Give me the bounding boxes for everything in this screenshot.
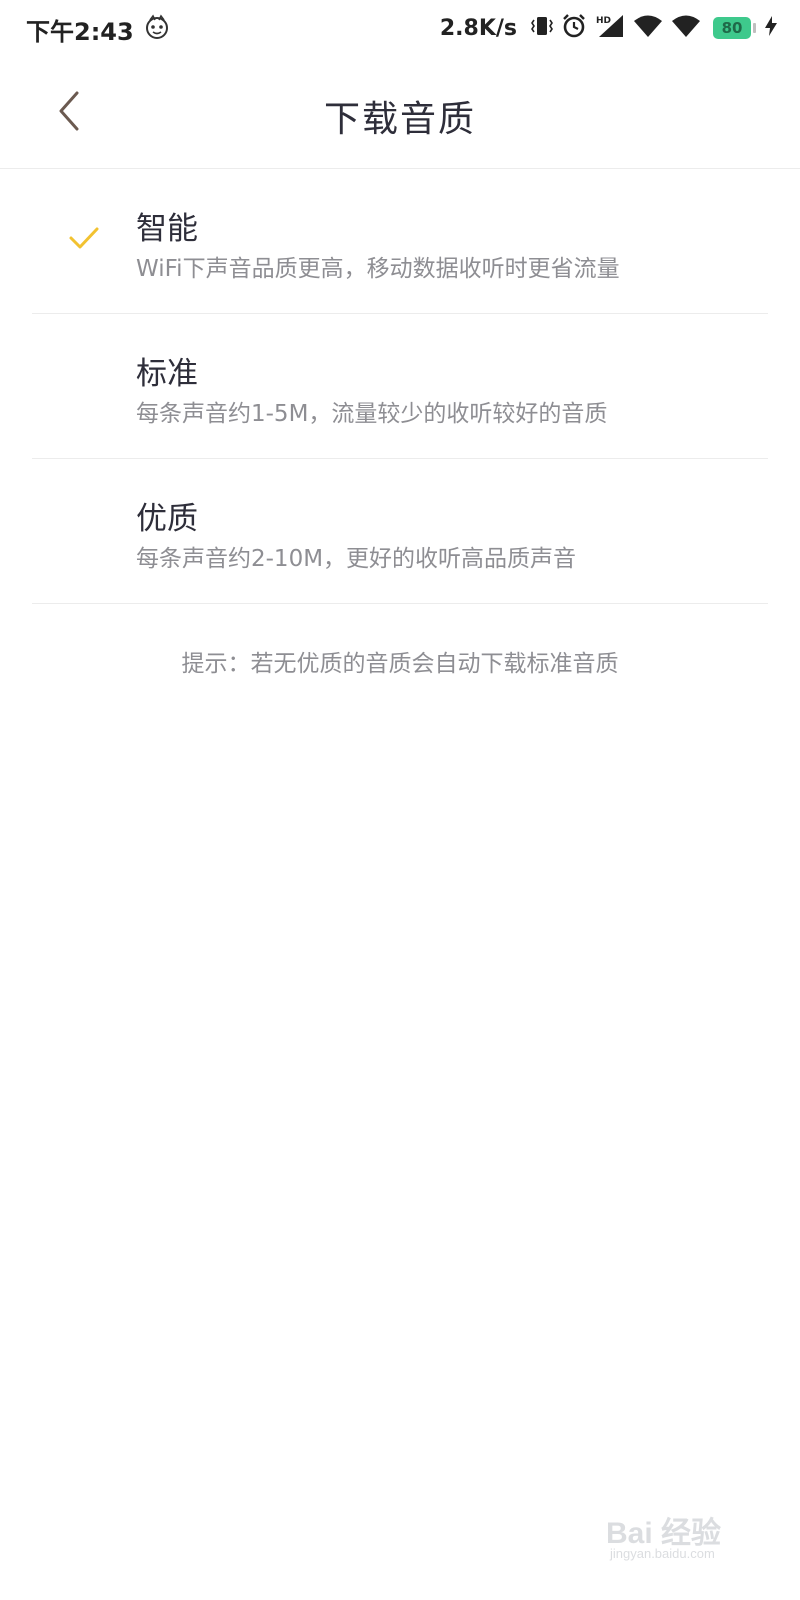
- option-smart[interactable]: 智能 WiFi下声音品质更高，移动数据收听时更省流量: [32, 169, 768, 314]
- option-description: 每条声音约1-5M，流量较少的收听较好的音质: [136, 401, 608, 427]
- svg-text:HD: HD: [596, 16, 611, 26]
- option-title: 优质: [136, 501, 198, 537]
- app-mascot-icon: [142, 12, 172, 42]
- vibrate-icon: [531, 14, 553, 42]
- wifi-icon: [633, 14, 663, 42]
- page-title: 下载音质: [323, 99, 476, 140]
- check-icon: [69, 227, 99, 249]
- status-icons: 2.8K/s HD 80: [440, 12, 778, 44]
- header: 下载音质: [0, 56, 800, 169]
- watermark-url: jingyan.baidu.com: [610, 1546, 715, 1561]
- network-speed: 2.8K/s: [439, 15, 517, 41]
- battery-icon: 80: [713, 17, 751, 39]
- battery-level: 80: [721, 19, 743, 37]
- charging-icon: [764, 15, 778, 41]
- option-title: 智能: [136, 211, 198, 247]
- option-description: 每条声音约2-10M，更好的收听高品质声音: [136, 546, 577, 572]
- alarm-icon: [561, 13, 587, 43]
- battery-tip: [753, 23, 756, 33]
- baidu-watermark: Bai 经验 jingyan.baidu.com: [606, 1508, 756, 1568]
- option-standard[interactable]: 标准 每条声音约1-5M，流量较少的收听较好的音质: [32, 314, 768, 459]
- quality-option-list: 智能 WiFi下声音品质更高，移动数据收听时更省流量 标准 每条声音约1-5M，…: [0, 169, 800, 604]
- status-time: 下午2:43: [26, 18, 134, 46]
- option-high[interactable]: 优质 每条声音约2-10M，更好的收听高品质声音: [32, 459, 768, 604]
- option-description: WiFi下声音品质更高，移动数据收听时更省流量: [136, 256, 620, 282]
- option-title: 标准: [136, 356, 198, 392]
- status-bar: 下午2:43 2.8K/s HD 80: [0, 0, 800, 56]
- hd-signal-icon: HD: [595, 13, 625, 43]
- hint-text: 提示：若无优质的音质会自动下载标准音质: [181, 651, 619, 677]
- signal-icon: [671, 14, 701, 42]
